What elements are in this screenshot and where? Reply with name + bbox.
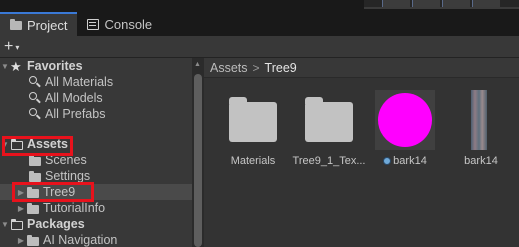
tab-console[interactable]: Console — [77, 12, 162, 36]
foldout-collapsed-icon[interactable]: ▶ — [16, 204, 26, 213]
tree-item-all-prefabs[interactable]: All Prefabs — [0, 106, 192, 122]
breadcrumb-root[interactable]: Assets — [210, 61, 248, 75]
folder-open-icon — [10, 218, 24, 230]
asset-browser: Assets > Tree9 Materials Tree9_1_Tex... … — [204, 58, 519, 247]
tree-item-label: Favorites — [27, 59, 83, 73]
tree-item-ai-navigation[interactable]: ▶ AI Navigation — [0, 232, 192, 247]
tree-scrollbar[interactable]: ▲ — [192, 58, 204, 247]
tab-bar: Project Console — [0, 0, 519, 36]
tree-item-packages[interactable]: ▼ Packages — [0, 216, 192, 232]
tab-console-label: Console — [104, 16, 153, 32]
tree-item-label: All Materials — [45, 75, 114, 89]
material-preview — [375, 90, 435, 150]
search-icon — [28, 76, 42, 88]
search-icon — [28, 108, 42, 120]
breadcrumb: Assets > Tree9 — [204, 58, 519, 78]
foldout-expanded-icon[interactable]: ▼ — [0, 220, 10, 229]
folder-icon — [10, 18, 22, 31]
folder-icon — [26, 234, 40, 246]
toolbar-button[interactable] — [472, 0, 500, 7]
asset-label: bark14 — [464, 155, 498, 167]
tree-item-favorites[interactable]: ▼ ★ Favorites — [0, 58, 192, 74]
scroll-up-icon[interactable]: ▲ — [194, 61, 201, 68]
chevron-down-icon: ▾ — [15, 42, 20, 52]
tree-item-all-materials[interactable]: All Materials — [0, 74, 192, 90]
tree-item-label: Packages — [27, 217, 85, 231]
highlight-box-assets — [2, 136, 73, 156]
console-icon — [87, 18, 100, 30]
folder-icon — [28, 170, 42, 182]
create-button[interactable]: + ▾ — [4, 38, 19, 56]
tree-scrollbar-thumb[interactable] — [194, 74, 202, 247]
folder-icon — [223, 90, 283, 150]
plus-icon: + — [4, 38, 14, 55]
folder-icon — [26, 202, 40, 214]
tree-item-label: Settings — [45, 169, 91, 183]
top-toolbar-strip — [364, 0, 519, 9]
tree-item-label: All Models — [45, 91, 103, 105]
highlight-box-tree9 — [12, 182, 94, 202]
toolbar-button[interactable] — [382, 0, 410, 7]
project-tree: ▼ ★ Favorites All Materials All Models A… — [0, 58, 192, 247]
folder-icon — [299, 90, 359, 150]
tree-item-tutorialinfo[interactable]: ▶ TutorialInfo — [0, 200, 192, 216]
asset-label: Materials — [230, 155, 276, 167]
project-toolbar: + ▾ — [0, 36, 519, 58]
star-icon: ★ — [10, 59, 22, 74]
tab-project-label: Project — [27, 17, 68, 33]
texture-preview — [451, 90, 511, 150]
material-sphere-icon — [378, 93, 432, 147]
tree-item-label: TutorialInfo — [43, 201, 106, 215]
asset-label: Tree9_1_Tex... — [292, 155, 366, 167]
foldout-collapsed-icon[interactable]: ▶ — [16, 236, 26, 245]
foldout-expanded-icon[interactable]: ▼ — [0, 62, 10, 71]
search-icon — [28, 92, 42, 104]
breadcrumb-separator: > — [252, 60, 260, 75]
tree-item-label: AI Navigation — [43, 233, 118, 247]
tree-item-all-models[interactable]: All Models — [0, 90, 192, 106]
toolbar-button[interactable] — [442, 0, 470, 7]
breadcrumb-current[interactable]: Tree9 — [265, 61, 297, 75]
tree-item-label: All Prefabs — [45, 107, 106, 121]
toolbar-button[interactable] — [412, 0, 440, 7]
tab-project[interactable]: Project — [0, 12, 78, 36]
material-icon — [383, 157, 392, 165]
asset-label: bark14 — [365, 155, 445, 167]
